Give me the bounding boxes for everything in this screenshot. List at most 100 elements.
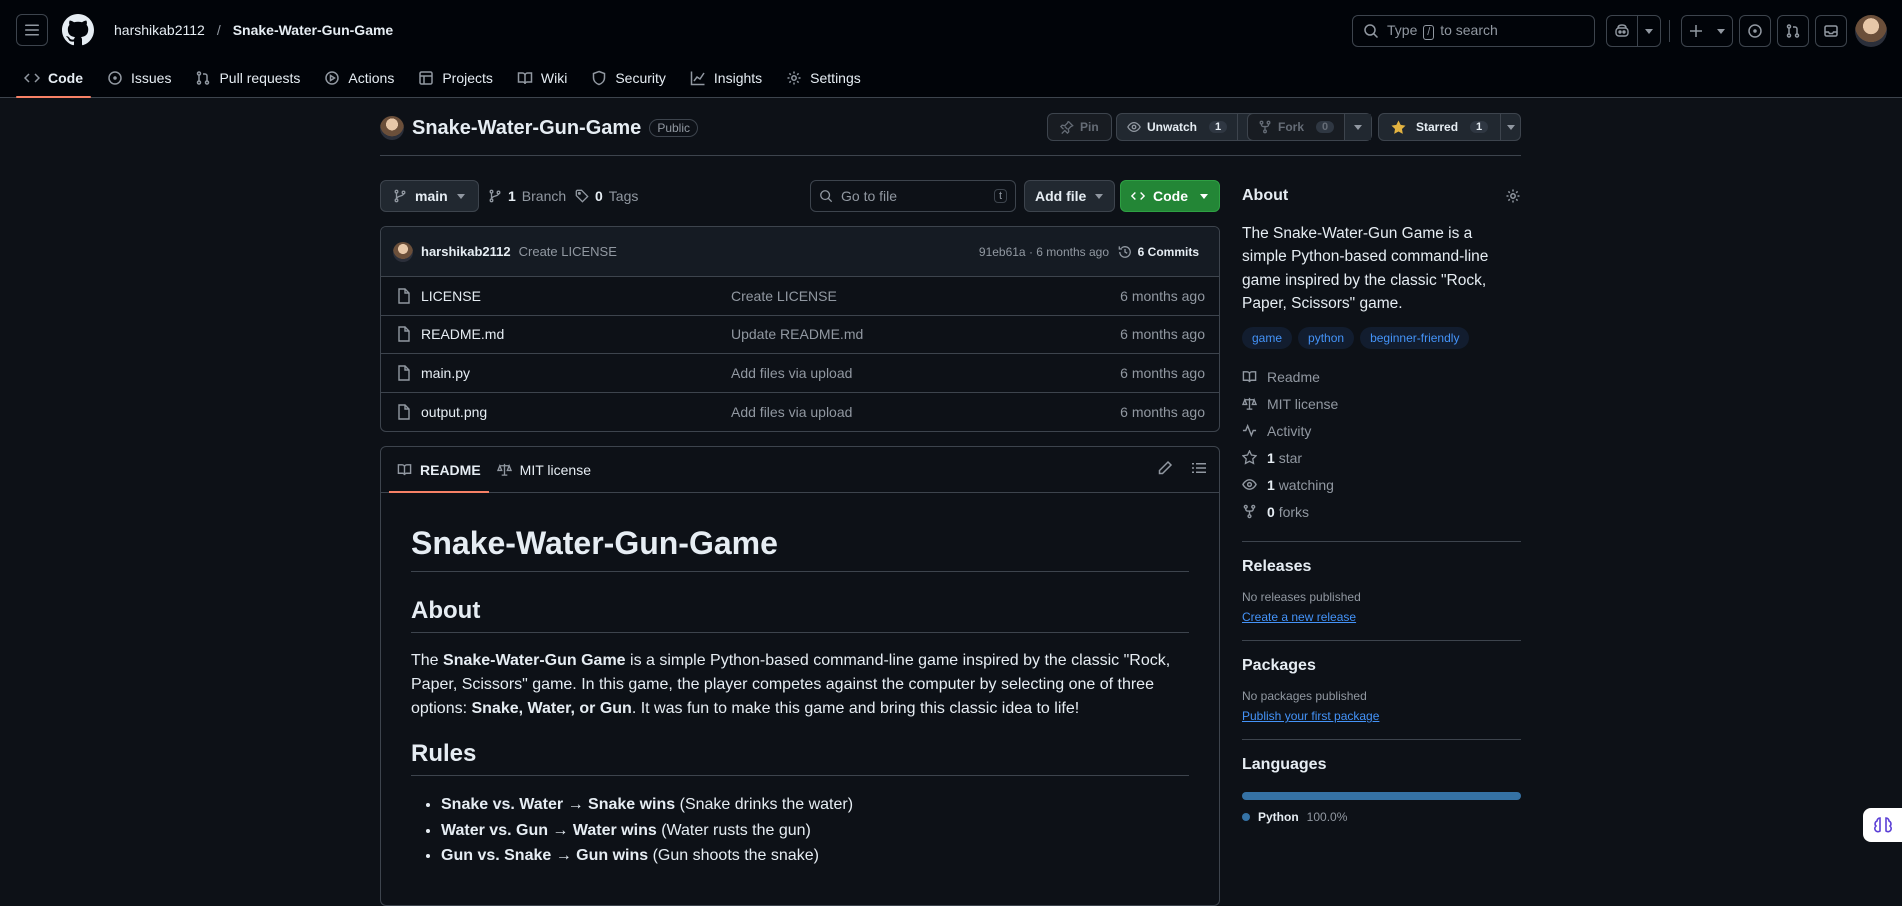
stars-link[interactable]: 1 star [1242, 444, 1521, 471]
gear-icon [786, 70, 802, 86]
book-icon [1242, 369, 1257, 384]
search-input[interactable]: Type / to search [1352, 15, 1595, 47]
file-commit-link[interactable]: Update README.md [731, 326, 863, 342]
outline-list-icon[interactable] [1191, 460, 1207, 476]
tab-projects[interactable]: Projects [410, 59, 501, 97]
commits-link[interactable]: 6 Commits [1118, 245, 1199, 259]
menu-button[interactable] [16, 14, 48, 46]
tab-insights[interactable]: Insights [682, 59, 770, 97]
watchers-link[interactable]: 1 watching [1242, 471, 1521, 498]
breadcrumb-repo-link[interactable]: Snake-Water-Gun-Game [233, 22, 394, 38]
tab-projects-label: Projects [442, 70, 493, 86]
pencil-icon[interactable] [1157, 460, 1173, 476]
file-row[interactable]: output.png Add files via upload 6 months… [381, 393, 1219, 432]
pull-requests-icon[interactable] [1777, 15, 1809, 47]
rule-text: (Gun shoots the snake) [648, 847, 819, 865]
plus-icon [1682, 16, 1710, 46]
tab-pull-requests[interactable]: Pull requests [187, 59, 308, 97]
pin-icon [1060, 120, 1074, 134]
create-release-link[interactable]: Create a new release [1242, 610, 1521, 624]
topic-tag[interactable]: python [1298, 327, 1355, 349]
tab-license-label: MIT license [519, 461, 591, 478]
tab-code[interactable]: Code [16, 59, 91, 98]
tab-issues[interactable]: Issues [99, 59, 179, 97]
tab-code-label: Code [48, 70, 83, 86]
code-button[interactable]: Code [1120, 180, 1220, 212]
tab-readme[interactable]: README [389, 447, 489, 493]
chevron-down-icon [1095, 194, 1104, 199]
tab-settings[interactable]: Settings [778, 59, 869, 97]
chevron-down-icon[interactable] [1501, 114, 1520, 140]
file-commit-link[interactable]: Add files via upload [731, 404, 852, 420]
file-row[interactable]: main.py Add files via upload 6 months ag… [381, 354, 1219, 393]
file-name-link[interactable]: LICENSE [421, 288, 481, 304]
issues-icon[interactable] [1739, 15, 1771, 47]
chevron-down-icon[interactable] [1638, 16, 1660, 46]
watch-button[interactable]: Unwatch 1 [1116, 113, 1266, 141]
branches-link[interactable]: 1 Branch [488, 188, 566, 204]
extension-floating-button[interactable] [1863, 808, 1902, 842]
license-link[interactable]: MIT license [1242, 390, 1521, 417]
pin-button[interactable]: Pin [1047, 113, 1112, 141]
forks-link[interactable]: 0 forks [1242, 498, 1521, 525]
packages-empty-text: No packages published [1242, 689, 1367, 703]
fork-button[interactable]: Fork 0 [1247, 113, 1373, 141]
breadcrumb-owner-link[interactable]: harshikab2112 [114, 22, 205, 38]
tab-wiki[interactable]: Wiki [509, 59, 575, 97]
tab-pull-requests-label: Pull requests [219, 70, 301, 86]
rule-bold: Water vs. Gun → Water wins [441, 821, 657, 839]
publish-package-link[interactable]: Publish your first package [1242, 709, 1521, 723]
code-icon [24, 70, 40, 86]
copilot-split-button[interactable] [1606, 15, 1661, 47]
copilot-icon[interactable] [1607, 16, 1638, 46]
branch-name: main [415, 188, 448, 204]
file-commit-link[interactable]: Add files via upload [731, 365, 852, 381]
file-name-link[interactable]: output.png [421, 404, 487, 420]
branch-select[interactable]: main [380, 180, 479, 212]
breadcrumb: harshikab2112 / Snake-Water-Gun-Game [114, 22, 393, 38]
file-commit-link[interactable]: Create LICENSE [731, 288, 837, 304]
rule-text: (Water rusts the gun) [656, 821, 811, 839]
file-name-link[interactable]: main.py [421, 365, 470, 381]
commit-author-link[interactable]: harshikab2112 [421, 244, 511, 259]
topic-tag[interactable]: game [1242, 327, 1293, 349]
file-name-link[interactable]: README.md [421, 326, 504, 342]
commit-author-avatar[interactable] [393, 241, 413, 262]
tags-link[interactable]: 0 Tags [575, 188, 638, 204]
packages-heading[interactable]: Packages [1242, 657, 1521, 675]
gear-icon[interactable] [1505, 188, 1521, 204]
create-new-button[interactable] [1681, 15, 1733, 47]
owner-avatar[interactable] [380, 116, 404, 140]
readme-title: Snake-Water-Gun-Game [411, 523, 1189, 572]
topic-tag[interactable]: beginner-friendly [1360, 327, 1470, 349]
tab-actions[interactable]: Actions [316, 59, 402, 97]
commit-message-link[interactable]: Create LICENSE [519, 244, 617, 259]
language-item[interactable]: Python 100.0% [1242, 810, 1521, 824]
go-to-file-input[interactable]: Go to file t [810, 180, 1016, 212]
add-file-button[interactable]: Add file [1024, 180, 1116, 212]
readme-about-heading: About [411, 596, 1189, 633]
tags-count: 0 [595, 188, 603, 204]
tab-mit-license[interactable]: MIT license [489, 447, 599, 492]
readme-rules-heading: Rules [411, 739, 1189, 776]
releases-heading[interactable]: Releases [1242, 558, 1521, 576]
commit-hash-link[interactable]: 91eb61a · 6 months ago [979, 245, 1109, 259]
watchers-label: watching [1278, 476, 1334, 493]
tab-security-label: Security [615, 70, 666, 86]
file-row[interactable]: README.md Update README.md 6 months ago [381, 316, 1219, 354]
activity-link[interactable]: Activity [1242, 417, 1521, 444]
tab-security[interactable]: Security [583, 59, 674, 97]
code-icon [1131, 192, 1145, 200]
readme-panel: README MIT license Snake-Water-Gun-Game … [380, 446, 1220, 906]
language-name: Python [1258, 810, 1299, 824]
file-row[interactable]: LICENSE Create LICENSE 6 months ago [381, 277, 1219, 316]
github-logo-icon[interactable] [62, 14, 94, 46]
chevron-down-icon[interactable] [1345, 114, 1372, 140]
user-avatar[interactable] [1855, 15, 1887, 47]
readme-link[interactable]: Readme [1242, 363, 1521, 390]
inbox-icon[interactable] [1815, 15, 1847, 47]
repo-title[interactable]: Snake-Water-Gun-Game [412, 117, 641, 140]
star-button[interactable]: Starred 1 [1378, 113, 1521, 141]
bold-text: Snake-Water-Gun Game [443, 652, 626, 669]
text-run: The [411, 652, 444, 669]
